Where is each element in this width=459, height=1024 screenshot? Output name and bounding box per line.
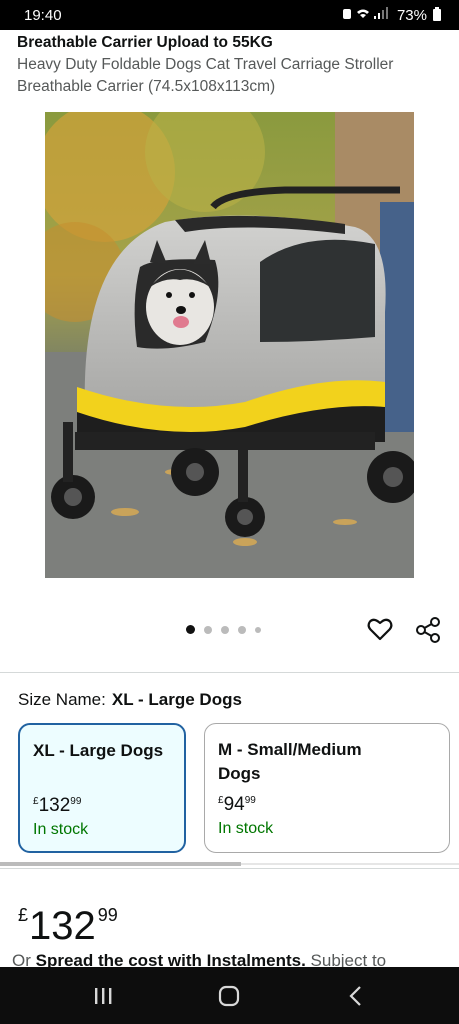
- size-option-stock: In stock: [33, 821, 89, 838]
- gallery-dot[interactable]: [238, 625, 246, 634]
- recents-icon: [95, 987, 112, 1004]
- product-price: £132 99: [18, 893, 118, 948]
- size-option-price: £9499: [218, 794, 256, 815]
- home-button[interactable]: [199, 976, 259, 1016]
- back-icon: [349, 985, 361, 1006]
- recents-button[interactable]: [73, 976, 133, 1016]
- size-option-stock: In stock: [218, 820, 274, 837]
- gallery-pagination[interactable]: [186, 625, 261, 634]
- share-icon[interactable]: [414, 616, 442, 644]
- price-whole: 132: [29, 904, 96, 948]
- notification-icons: [342, 6, 391, 24]
- product-image[interactable]: [45, 112, 414, 578]
- battery-icon: [433, 7, 441, 21]
- size-scroll-track: [241, 863, 459, 865]
- product-subtitle-line-1: Heavy Duty Foldable Dogs Cat Travel Carr…: [17, 56, 394, 73]
- product-subtitle-line-2: Breathable Carrier (74.5x108x113cm): [17, 78, 276, 95]
- size-option-xl[interactable]: XL - Large Dogs £13299 In stock: [18, 723, 186, 853]
- product-title: Breathable Carrier Upload to 55KG: [17, 34, 273, 51]
- price-fraction: 99: [97, 905, 118, 925]
- heart-icon[interactable]: [367, 617, 393, 641]
- gallery-dot[interactable]: [255, 626, 261, 633]
- size-selected-value: XL - Large Dogs: [111, 690, 242, 709]
- size-name-label: Size Name: XL - Large Dogs: [18, 690, 242, 710]
- back-button[interactable]: [326, 976, 386, 1016]
- size-option-m[interactable]: M - Small/Medium Dogs £9499 In stock: [204, 723, 450, 853]
- home-icon: [219, 985, 240, 1006]
- status-time: 19:40: [24, 6, 62, 24]
- battery-percent: 73%: [396, 6, 427, 24]
- gallery-dot[interactable]: [221, 625, 229, 634]
- section-divider: [0, 868, 459, 869]
- product-title-block: Breathable Carrier Upload to 55KG Heavy …: [17, 32, 447, 98]
- size-option-price: £13299: [33, 795, 82, 816]
- system-nav-bar: [0, 967, 459, 1024]
- size-scroll-indicator: [0, 862, 241, 866]
- gallery-dot[interactable]: [186, 625, 195, 634]
- size-option-name: XL - Large Dogs: [33, 741, 164, 760]
- price-currency: £: [18, 905, 29, 925]
- status-bar: 19:40 73%: [0, 0, 459, 30]
- size-name-caption: Size Name:: [18, 690, 106, 709]
- signal-wifi-icon: [342, 6, 388, 19]
- size-option-name: M - Small/Medium Dogs: [218, 740, 362, 783]
- gallery-dot[interactable]: [204, 625, 212, 634]
- status-indicators: 73%: [342, 6, 441, 24]
- section-divider: [0, 672, 459, 673]
